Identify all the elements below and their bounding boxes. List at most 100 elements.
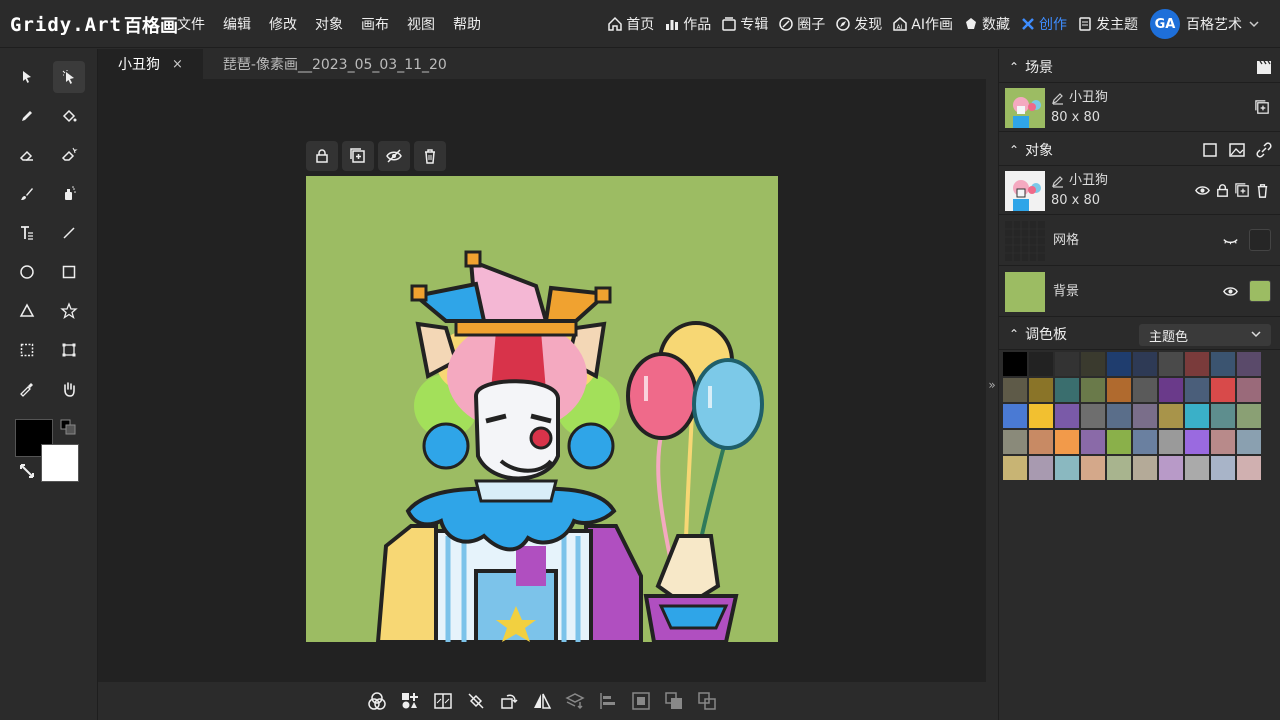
palette-color-swatch[interactable] [1081, 430, 1105, 454]
palette-color-swatch[interactable] [1185, 456, 1209, 480]
palette-color-swatch[interactable] [1081, 404, 1105, 428]
palette-color-swatch[interactable] [1133, 404, 1157, 428]
palette-color-swatch[interactable] [1107, 378, 1131, 402]
scene-header[interactable]: ⌃ 场景 [999, 51, 1280, 83]
link-icon[interactable] [1255, 141, 1273, 159]
spray-tool[interactable] [53, 178, 85, 210]
lock-button[interactable] [306, 141, 338, 171]
image-icon[interactable] [1228, 141, 1246, 159]
duplicate-scene-icon[interactable] [1254, 99, 1271, 116]
palette-color-swatch[interactable] [1029, 352, 1053, 376]
menu-object[interactable]: 对象 [315, 14, 343, 34]
palette-color-swatch[interactable] [1003, 430, 1027, 454]
bring-front-button[interactable] [660, 687, 688, 715]
mirror-button[interactable] [528, 687, 556, 715]
palette-color-swatch[interactable] [1003, 456, 1027, 480]
transform-tool[interactable] [53, 334, 85, 366]
menu-help[interactable]: 帮助 [453, 14, 481, 34]
nav-collect[interactable]: 数藏 [963, 14, 1010, 34]
no-fill-button[interactable] [462, 687, 490, 715]
clapperboard-icon[interactable] [1255, 58, 1273, 76]
ellipse-tool[interactable] [11, 256, 43, 288]
menu-view[interactable]: 视图 [407, 14, 435, 34]
palette-color-swatch[interactable] [1185, 352, 1209, 376]
crop-icon[interactable] [1201, 141, 1219, 159]
palette-color-swatch[interactable] [1237, 430, 1261, 454]
palette-color-swatch[interactable] [1185, 430, 1209, 454]
avatar[interactable]: GA [1150, 9, 1180, 39]
palette-color-swatch[interactable] [1003, 352, 1027, 376]
palette-color-swatch[interactable] [1185, 378, 1209, 402]
default-colors-icon[interactable] [60, 419, 76, 435]
palette-header[interactable]: ⌃ 调色板 主题色 [999, 318, 1280, 350]
palette-color-swatch[interactable] [1029, 404, 1053, 428]
select-tool[interactable] [11, 61, 43, 93]
palette-color-swatch[interactable] [1211, 456, 1235, 480]
palette-color-swatch[interactable] [1211, 378, 1235, 402]
palette-color-swatch[interactable] [1003, 404, 1027, 428]
palette-color-swatch[interactable] [1159, 378, 1183, 402]
nav-home[interactable]: 首页 [607, 14, 654, 34]
nav-create[interactable]: 创作 [1020, 14, 1067, 34]
eyedropper-tool[interactable] [11, 373, 43, 405]
tab-pipa[interactable]: 琵琶-像素画__2023_05_03_11_20 [203, 49, 467, 79]
close-icon[interactable]: × [172, 57, 183, 72]
palette-color-swatch[interactable] [1107, 352, 1131, 376]
grid-color-swatch[interactable] [1249, 229, 1271, 251]
marquee-tool[interactable] [11, 334, 43, 366]
brush-tool[interactable] [11, 178, 43, 210]
palette-color-swatch[interactable] [1159, 404, 1183, 428]
nav-discover[interactable]: 发现 [835, 14, 882, 34]
palette-color-swatch[interactable] [1055, 378, 1079, 402]
user-name[interactable]: 百格艺术 [1186, 14, 1242, 34]
nav-circle[interactable]: 圈子 [778, 14, 825, 34]
nav-album[interactable]: 专辑 [721, 14, 768, 34]
panel-collapse-toggle[interactable]: » [986, 49, 998, 720]
delete-button[interactable] [414, 141, 446, 171]
trash-icon[interactable] [1254, 182, 1271, 199]
palette-color-swatch[interactable] [1055, 352, 1079, 376]
tab-clown-dog[interactable]: 小丑狗 × [98, 49, 203, 79]
magic-eraser-tool[interactable] [53, 139, 85, 171]
hide-button[interactable] [378, 141, 410, 171]
duplicate-icon[interactable] [1234, 182, 1251, 199]
nav-ai[interactable]: AI AI作画 [892, 14, 953, 34]
rotate-button[interactable] [495, 687, 523, 715]
direct-select-tool[interactable] [53, 61, 85, 93]
palette-color-swatch[interactable] [1159, 456, 1183, 480]
object-item[interactable]: 小丑狗 80 x 80 [999, 167, 1280, 215]
palette-color-swatch[interactable] [1211, 430, 1235, 454]
palette-color-swatch[interactable] [1133, 456, 1157, 480]
chevron-down-icon[interactable] [1248, 18, 1260, 30]
palette-color-swatch[interactable] [1055, 430, 1079, 454]
palette-select[interactable]: 主题色 [1139, 324, 1271, 346]
line-tool[interactable] [53, 217, 85, 249]
palette-color-swatch[interactable] [1133, 430, 1157, 454]
send-back-button[interactable] [693, 687, 721, 715]
palette-color-swatch[interactable] [1133, 352, 1157, 376]
text-tool[interactable] [11, 217, 43, 249]
add-shapes-button[interactable] [396, 687, 424, 715]
palette-color-swatch[interactable] [1159, 352, 1183, 376]
nav-post[interactable]: 发主题 [1077, 14, 1138, 34]
eye-closed-icon[interactable] [1222, 232, 1239, 249]
palette-color-swatch[interactable] [1211, 352, 1235, 376]
background-color-swatch[interactable] [41, 444, 79, 482]
eraser-tool[interactable] [11, 139, 43, 171]
menu-edit[interactable]: 编辑 [223, 14, 251, 34]
palette-color-swatch[interactable] [1237, 404, 1261, 428]
blend-button[interactable] [363, 687, 391, 715]
objects-header[interactable]: ⌃ 对象 [999, 134, 1280, 166]
duplicate-button[interactable] [342, 141, 374, 171]
nav-works[interactable]: 作品 [664, 14, 711, 34]
artboard[interactable] [306, 176, 778, 642]
edit-icon[interactable] [1051, 174, 1065, 188]
palette-color-swatch[interactable] [1081, 456, 1105, 480]
palette-color-swatch[interactable] [1159, 430, 1183, 454]
lock-icon[interactable] [1214, 182, 1231, 199]
palette-color-swatch[interactable] [1107, 430, 1131, 454]
fit-canvas-button[interactable] [627, 687, 655, 715]
palette-color-swatch[interactable] [1055, 404, 1079, 428]
palette-color-swatch[interactable] [1081, 352, 1105, 376]
star-tool[interactable] [53, 295, 85, 327]
